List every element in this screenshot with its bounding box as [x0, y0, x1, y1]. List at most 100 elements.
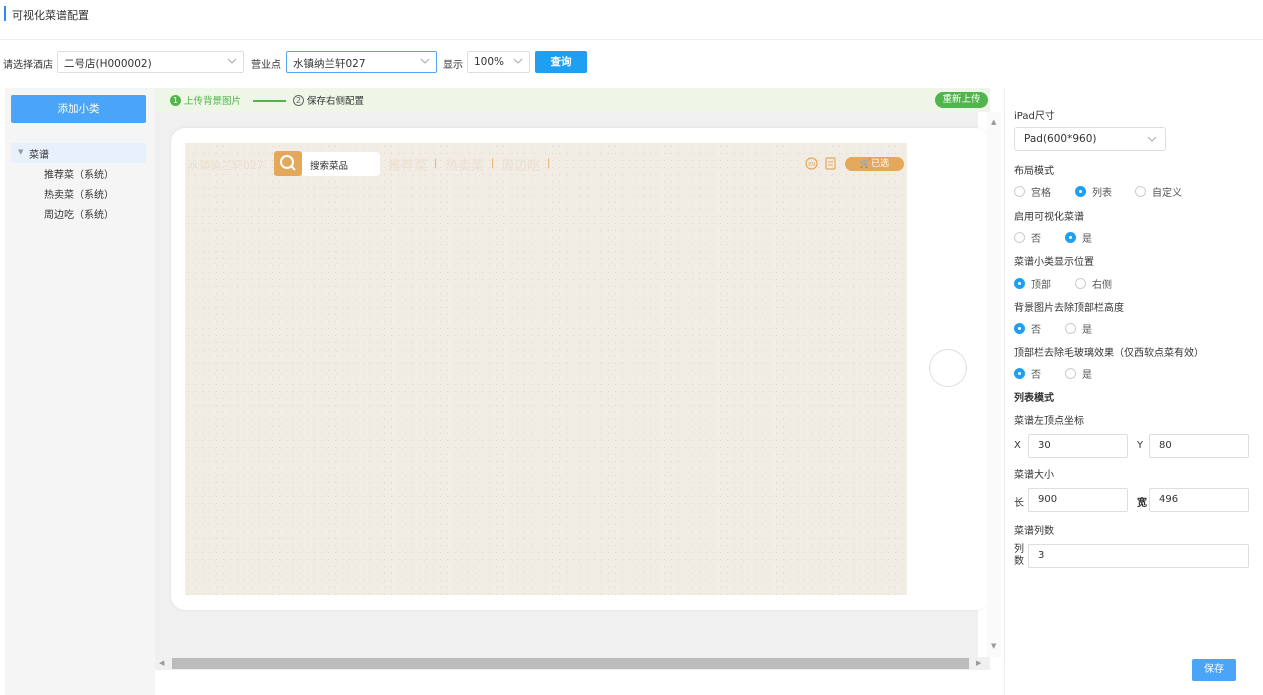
- enable-yes-radio[interactable]: 是: [1065, 230, 1092, 245]
- step-connector: [253, 100, 286, 102]
- bg-remove-no-radio[interactable]: 否: [1014, 321, 1041, 336]
- radio-dot-selected[interactable]: [1014, 278, 1025, 289]
- preview-store-name: 水镇纳兰轩027: [188, 159, 264, 172]
- query-button[interactable]: 查询: [535, 51, 587, 73]
- position-right-radio[interactable]: 右侧: [1075, 276, 1112, 291]
- tab-separator: |: [547, 158, 551, 169]
- y-coord-value: 80: [1159, 440, 1172, 451]
- cart-label: 已选: [871, 159, 890, 169]
- preview-search-button: [274, 151, 302, 176]
- reupload-button[interactable]: 重新上传: [935, 92, 988, 108]
- scroll-down-arrow-icon[interactable]: ▼: [991, 642, 996, 650]
- bg-remove-yes-radio[interactable]: 是: [1065, 321, 1092, 336]
- radio-dot[interactable]: [1065, 368, 1076, 379]
- radio-label: 顶部: [1031, 280, 1051, 291]
- preview-tab-recommended: 推荐菜: [388, 159, 428, 174]
- columns-label: 菜谱列数: [1014, 526, 1054, 537]
- radio-dot-selected[interactable]: [1014, 323, 1025, 334]
- save-button[interactable]: 保存: [1192, 659, 1236, 681]
- add-subcategory-button[interactable]: 添加小类: [11, 95, 146, 123]
- size-label: 菜谱大小: [1014, 470, 1054, 481]
- list-mode-heading: 列表模式: [1014, 393, 1054, 404]
- width-input[interactable]: 496: [1149, 488, 1249, 512]
- coord-label: 菜谱左顶点坐标: [1014, 416, 1084, 427]
- position-top-radio[interactable]: 顶部: [1014, 276, 1051, 291]
- scroll-left-arrow-icon[interactable]: ◀: [159, 659, 164, 667]
- enable-no-radio[interactable]: 否: [1014, 230, 1041, 245]
- radio-label: 右侧: [1092, 280, 1112, 291]
- x-coord-value: 30: [1038, 440, 1051, 451]
- hotel-select[interactable]: 二号店(H000002): [57, 51, 244, 73]
- scroll-right-arrow-icon[interactable]: ▶: [976, 659, 981, 667]
- radio-label: 否: [1031, 325, 1041, 336]
- outlet-label: 营业点: [251, 60, 281, 71]
- hotel-select-value: 二号店(H000002): [64, 58, 152, 70]
- ipad-size-value: Pad(600*960): [1024, 133, 1097, 145]
- search-icon: [280, 155, 296, 171]
- frosted-no-radio[interactable]: 否: [1014, 366, 1041, 381]
- caret-down-icon[interactable]: ▼: [18, 148, 23, 156]
- columns-input[interactable]: 3: [1028, 544, 1249, 568]
- radio-label: 是: [1082, 370, 1092, 381]
- chevron-down-icon: [513, 58, 523, 64]
- frosted-label: 顶部栏去除毛玻璃效果（仅西软点菜有效）: [1014, 348, 1204, 359]
- length-value: 900: [1038, 494, 1058, 505]
- layout-list-radio[interactable]: 列表: [1075, 184, 1112, 199]
- tab-separator: |: [434, 158, 438, 169]
- radio-label: 是: [1082, 325, 1092, 336]
- tree-item-hot[interactable]: 热卖菜（系统）: [44, 186, 114, 201]
- tree-item-nearby[interactable]: 周边吃（系统）: [44, 206, 114, 221]
- scroll-up-arrow-icon[interactable]: ▲: [991, 118, 996, 126]
- tree-item-recommended[interactable]: 推荐菜（系统）: [44, 166, 114, 181]
- columns-value: 3: [1038, 550, 1045, 561]
- language-icon: EN: [805, 157, 818, 170]
- radio-label: 否: [1031, 370, 1041, 381]
- tree-root-label[interactable]: 菜谱: [29, 146, 49, 161]
- display-zoom-select[interactable]: 100%: [467, 51, 530, 73]
- x-coord-input[interactable]: 30: [1028, 434, 1128, 458]
- width-value: 496: [1159, 494, 1179, 505]
- outlet-select[interactable]: 水镇纳兰轩027: [286, 51, 437, 73]
- y-label: Y: [1137, 440, 1144, 451]
- radio-dot-selected[interactable]: [1065, 232, 1076, 243]
- display-zoom-value: 100%: [474, 56, 505, 68]
- step-2-number: 2: [293, 94, 304, 106]
- radio-label: 自定义: [1152, 188, 1182, 199]
- vertical-scrollbar[interactable]: [987, 112, 1001, 657]
- width-label: 宽: [1137, 498, 1147, 509]
- radio-dot[interactable]: [1135, 186, 1146, 197]
- step-upload-background: 1 上传背景图片: [170, 93, 241, 107]
- order-list-icon: [825, 157, 836, 170]
- tab-separator: |: [491, 158, 495, 169]
- preview-search-placeholder: 搜索菜品: [310, 161, 349, 172]
- chevron-down-icon: [420, 58, 430, 64]
- layout-custom-radio[interactable]: 自定义: [1135, 184, 1182, 199]
- radio-dot[interactable]: [1014, 186, 1025, 197]
- step-2-label: 保存右侧配置: [307, 96, 365, 107]
- step-1-number: 1: [170, 94, 181, 106]
- length-input[interactable]: 900: [1028, 488, 1128, 512]
- ipad-size-select[interactable]: Pad(600*960): [1014, 127, 1166, 151]
- horizontal-scroll-thumb[interactable]: [172, 658, 969, 669]
- svg-text:EN: EN: [808, 162, 815, 168]
- layout-grid-radio[interactable]: 宫格: [1014, 184, 1051, 199]
- title-accent-bar: [4, 6, 6, 21]
- radio-dot[interactable]: [1075, 278, 1086, 289]
- frosted-yes-radio[interactable]: 是: [1065, 366, 1092, 381]
- radio-dot[interactable]: [1065, 323, 1076, 334]
- ipad-home-button: [929, 349, 967, 387]
- radio-dot-selected[interactable]: [1075, 186, 1086, 197]
- category-position-label: 菜谱小类显示位置: [1014, 257, 1094, 268]
- radio-dot[interactable]: [1014, 232, 1025, 243]
- radio-label: 否: [1031, 234, 1041, 245]
- chevron-down-icon: [1147, 136, 1157, 142]
- page-title: 可视化菜谱配置: [12, 9, 89, 22]
- preview-tab-hot: 热卖菜: [445, 159, 485, 174]
- radio-dot-selected[interactable]: [1014, 368, 1025, 379]
- x-label: X: [1014, 440, 1021, 451]
- y-coord-input[interactable]: 80: [1149, 434, 1249, 458]
- step-1-label: 上传背景图片: [184, 96, 242, 107]
- ipad-screen-background: [185, 143, 907, 595]
- outlet-select-value: 水镇纳兰轩027: [293, 58, 366, 70]
- layout-mode-label: 布局模式: [1014, 166, 1054, 177]
